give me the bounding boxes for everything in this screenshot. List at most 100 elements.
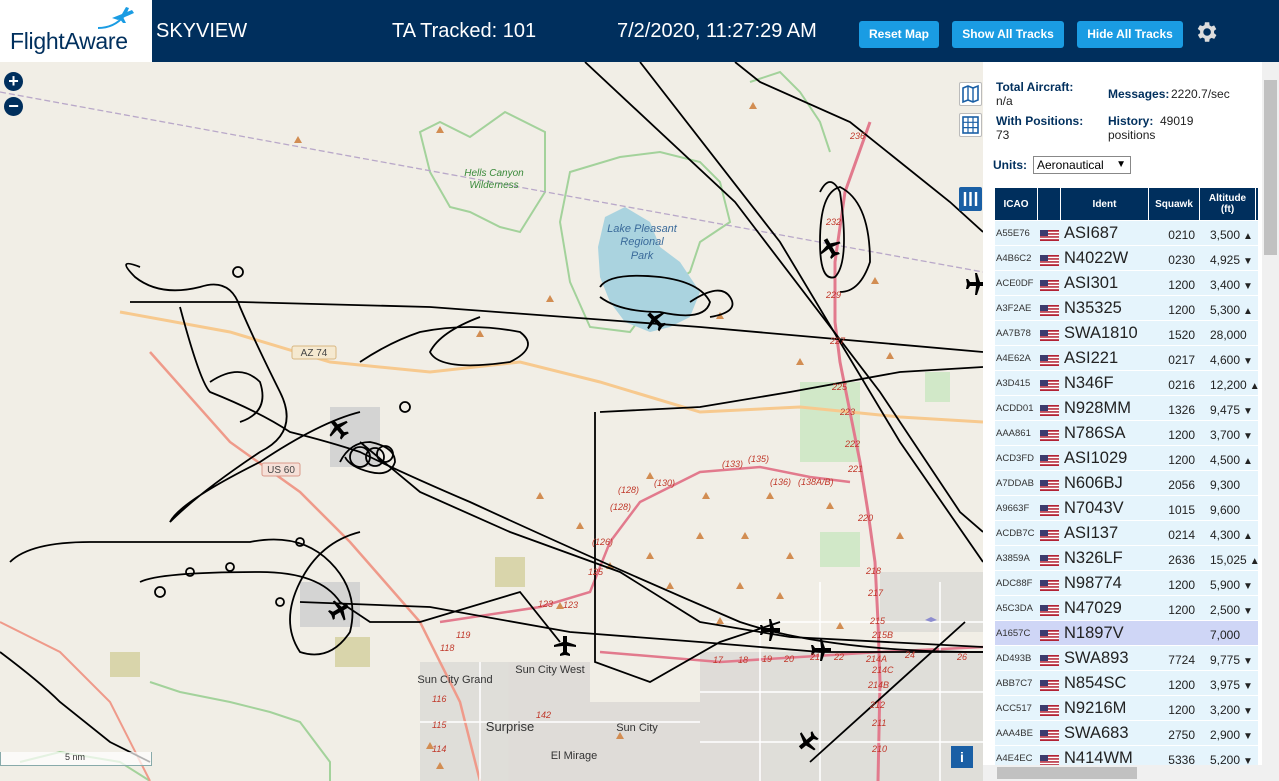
table-row[interactable]: A4E62A ASI221 0217 4,600 ▼ [995,346,1258,371]
hells-canyon-label: Hells Canyon [464,168,524,179]
flightaware-logo[interactable]: FlightAware [0,0,152,62]
surprise-label: Surprise [486,719,534,734]
table-row[interactable]: A3F2AE N35325 1200 5,300 ▲ [995,296,1258,321]
svg-text:20: 20 [783,654,794,664]
squawk-cell: 2750 [1168,728,1195,742]
us-flag-icon [1040,378,1059,391]
svg-text:214A: 214A [865,654,887,664]
squawk-cell: 0217 [1168,353,1195,367]
show-all-tracks-button[interactable]: Show All Tracks [952,21,1064,48]
squawk-cell: 0210 [1168,228,1195,242]
clock: 7/2/2020, 11:27:29 AM [617,20,817,42]
altitude-trend-icon: ▼ [1243,406,1253,417]
ident-cell: N7043V [1064,499,1124,517]
us-flag-icon [1040,703,1059,716]
ident-cell: ASI1029 [1064,449,1128,467]
loop-303 [439,465,851,624]
altitude-cell: 4,300 ▲ [1210,528,1253,542]
us-flag-icon [1040,553,1059,566]
altitude-trend-icon: ▼ [1243,681,1253,692]
vertical-scroll-thumb[interactable] [1264,80,1277,255]
table-row[interactable]: A7DDAB N606BJ 2056 9,300 [995,471,1258,496]
altitude-trend-icon: ▼ [1243,431,1253,442]
altitude-cell: 9,300 [1210,478,1241,492]
ident-cell: SWA893 [1064,649,1129,667]
altitude-cell: 3,975 ▼ [1210,678,1253,692]
squawk-cell: 1200 [1168,303,1195,317]
table-row[interactable]: AAA861 N786SA 1200 3,700 ▼ [995,421,1258,446]
hide-all-tracks-button[interactable]: Hide All Tracks [1077,21,1183,48]
scale-bar: 5 nm [0,752,152,766]
with-positions-label: With Positions: [996,114,1084,128]
reset-map-button[interactable]: Reset Map [859,21,939,48]
table-row[interactable]: ACE0DF ASI301 1200 3,400 ▼ [995,271,1258,296]
icao-cell: AA7B78 [996,328,1031,339]
us-flag-icon [1040,253,1059,266]
svg-text:227: 227 [829,336,846,346]
altitude-cell: 3,500 ▲ [1210,228,1253,242]
table-row[interactable]: ACD3FD ASI1029 1200 4,500 ▲ [995,446,1258,471]
svg-text:215B: 215B [871,630,893,640]
ident-cell: N1897V [1064,624,1124,642]
altitude-trend-icon: ▼ [1243,656,1253,667]
svg-text:Park: Park [631,250,654,262]
us-flag-icon [1040,628,1059,641]
altitude-cell: 3,700 ▼ [1210,428,1253,442]
table-row[interactable]: A4B6C2 N4022W 0230 4,925 ▼ [995,246,1258,271]
altitude-cell: 5,900 ▼ [1210,578,1253,592]
svg-text:(130): (130) [654,478,675,488]
units-select[interactable]: Aeronautical ▼ [1033,156,1131,174]
svg-text:17: 17 [713,655,724,665]
table-row[interactable]: ACDB7C ASI137 0214 4,300 ▲ [995,521,1258,546]
altitude-trend-icon: ▲ [1243,531,1253,542]
table-row[interactable]: A3D415 N346F 0216 12,200 ▲ [995,371,1260,396]
svg-text:22: 22 [833,652,844,662]
svg-text:215: 215 [869,616,886,626]
horizontal-scroll-thumb[interactable] [997,767,1137,779]
svg-text:119: 119 [456,630,470,640]
table-row[interactable]: A5C3DA N47029 1200 2,500 ▼ [995,596,1258,621]
table-row[interactable]: A9663F N7043V 1015 9,600 [995,496,1258,521]
table-row[interactable]: ADC88F N98774 1200 5,900 ▼ [995,571,1258,596]
svg-text:19: 19 [762,654,772,664]
column-toggle-icon[interactable] [959,187,982,211]
table-row[interactable]: A55E76 ASI687 0210 3,500 ▲ [995,221,1258,246]
zoom-out-button[interactable]: − [4,97,23,116]
gear-icon[interactable] [1193,19,1219,45]
table-row[interactable]: A1657C N1897V 7,000 [995,621,1258,646]
icao-cell: AAA4BE [996,728,1033,739]
ident-cell: ASI301 [1064,274,1119,292]
col-altitude[interactable]: Altitude (ft) [1200,188,1256,220]
squawk-cell: 1200 [1168,703,1195,717]
table-row[interactable]: ABB7C7 N854SC 1200 3,975 ▼ [995,671,1258,696]
col-squawk[interactable]: Squawk [1149,188,1200,220]
park-areas [110,372,950,677]
us-flag-icon [1040,328,1059,341]
squawk-cell: 1326 [1168,403,1195,417]
svg-text:116: 116 [432,694,446,704]
zoom-in-button[interactable]: + [4,72,23,91]
table-row[interactable]: ACDD01 N928MM 1326 9,475 ▼ [995,396,1258,421]
altitude-trend-icon: ▼ [1243,281,1253,292]
with-positions-value: 73 [996,128,1010,142]
altitude-trend-icon: ▲ [1243,456,1253,467]
grid-icon[interactable] [959,113,982,137]
svg-text:221: 221 [847,464,863,474]
icao-cell: ACE0DF [996,278,1034,289]
table-row[interactable]: AD493B SWA893 7724 9,775 ▼ [995,646,1258,671]
svg-text:118: 118 [440,643,454,653]
dropdown-arrow-icon: ▼ [1116,159,1126,170]
col-icao[interactable]: ICAO [995,188,1038,220]
us-flag-icon [1040,353,1059,366]
table-row[interactable]: ACC517 N9216M 1200 3,200 ▼ [995,696,1258,721]
col-ident[interactable]: Ident [1061,188,1149,220]
table-row[interactable]: A3859A N326LF 2636 15,025 ▲ [995,546,1260,571]
us-flag-icon [1040,728,1059,741]
map-layers-icon[interactable] [959,82,982,106]
info-button[interactable]: i [951,746,973,768]
table-row[interactable]: AA7B78 SWA1810 1520 28,000 [995,321,1258,346]
svg-text:(135): (135) [748,454,769,464]
table-row[interactable]: AAA4BE SWA683 2750 2,900 ▼ [995,721,1258,746]
map-view[interactable]: Hells Canyon Wilderness Lake Pleasant Re… [0,62,983,781]
col-flag[interactable] [1038,188,1061,220]
